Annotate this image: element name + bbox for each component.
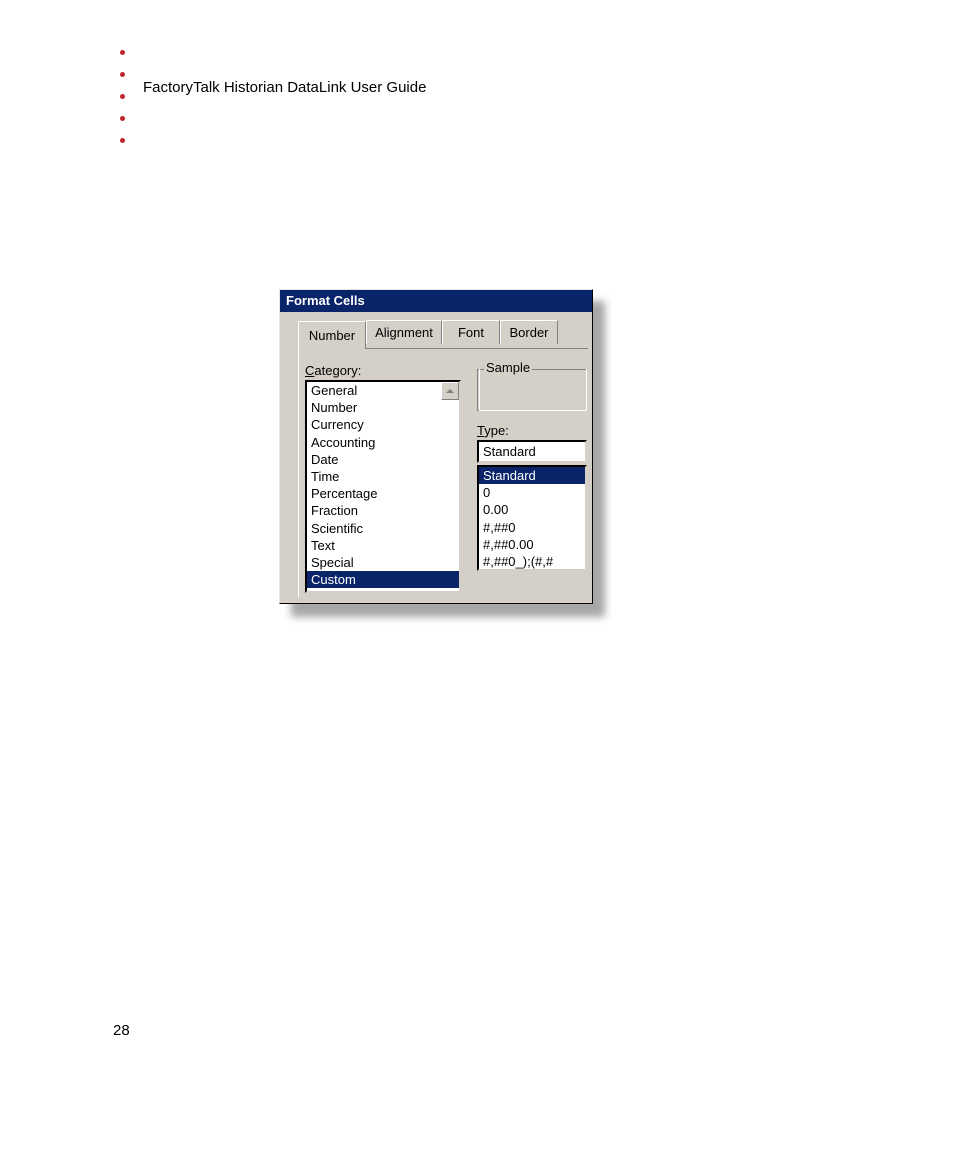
- bullet-dot: [120, 50, 125, 55]
- bullet-dot: [120, 138, 125, 143]
- category-label: Category:: [305, 363, 461, 378]
- bullet-dot: [120, 116, 125, 121]
- dialog-titlebar[interactable]: Format Cells: [280, 290, 592, 312]
- bullet-dot: [120, 72, 125, 77]
- tab-border[interactable]: Border: [500, 320, 558, 344]
- category-label-text: ategory:: [314, 363, 361, 378]
- dialog-body: NumberAlignmentFontBorder Category: Gene…: [280, 312, 592, 603]
- sample-label: Sample: [484, 360, 532, 375]
- tab-alignment[interactable]: Alignment: [366, 320, 442, 344]
- bullet-dot: [120, 94, 125, 99]
- category-column: Category: GeneralNumberCurrencyAccountin…: [305, 363, 461, 593]
- guide-title: FactoryTalk Historian DataLink User Guid…: [143, 79, 426, 96]
- category-item[interactable]: Time: [307, 468, 459, 485]
- category-hotkey: C: [305, 363, 314, 378]
- category-item[interactable]: Custom: [307, 571, 459, 588]
- category-item[interactable]: Date: [307, 451, 459, 468]
- category-item[interactable]: Accounting: [307, 434, 459, 451]
- category-item[interactable]: Text: [307, 537, 459, 554]
- tab-font[interactable]: Font: [442, 320, 500, 344]
- page-number: 28: [113, 1022, 130, 1039]
- type-item[interactable]: #,##0.00: [479, 536, 585, 553]
- type-label: Type:: [477, 423, 587, 438]
- category-item[interactable]: Scientific: [307, 520, 459, 537]
- category-item[interactable]: Currency: [307, 416, 459, 433]
- type-item[interactable]: Standard: [479, 467, 585, 484]
- tab-number[interactable]: Number: [298, 321, 366, 349]
- type-item[interactable]: #,##0_);(#,#: [479, 553, 585, 570]
- number-pane: Category: GeneralNumberCurrencyAccountin…: [298, 349, 588, 597]
- type-item[interactable]: #,##0: [479, 519, 585, 536]
- sample-group: Sample: [477, 369, 587, 411]
- category-item[interactable]: Number: [307, 399, 459, 416]
- right-column: Sample Type: Standard Standard00.00#,##0…: [477, 363, 587, 593]
- category-item[interactable]: Percentage: [307, 485, 459, 502]
- category-listbox[interactable]: GeneralNumberCurrencyAccountingDateTimeP…: [305, 380, 461, 593]
- category-item[interactable]: General: [307, 382, 459, 399]
- type-listbox[interactable]: Standard00.00#,##0#,##0.00#,##0_);(#,#: [477, 465, 587, 571]
- type-input[interactable]: Standard: [477, 440, 587, 463]
- tabs-row: NumberAlignmentFontBorder: [298, 320, 588, 349]
- format-cells-dialog-wrap: Format Cells NumberAlignmentFontBorder C…: [279, 289, 605, 604]
- type-item[interactable]: 0.00: [479, 501, 585, 518]
- format-cells-dialog: Format Cells NumberAlignmentFontBorder C…: [279, 289, 593, 604]
- header-bullets: [120, 50, 125, 143]
- scroll-up-button[interactable]: [441, 382, 459, 400]
- type-label-text: ype:: [484, 423, 509, 438]
- type-item[interactable]: 0: [479, 484, 585, 501]
- category-item[interactable]: Fraction: [307, 502, 459, 519]
- category-item[interactable]: Special: [307, 554, 459, 571]
